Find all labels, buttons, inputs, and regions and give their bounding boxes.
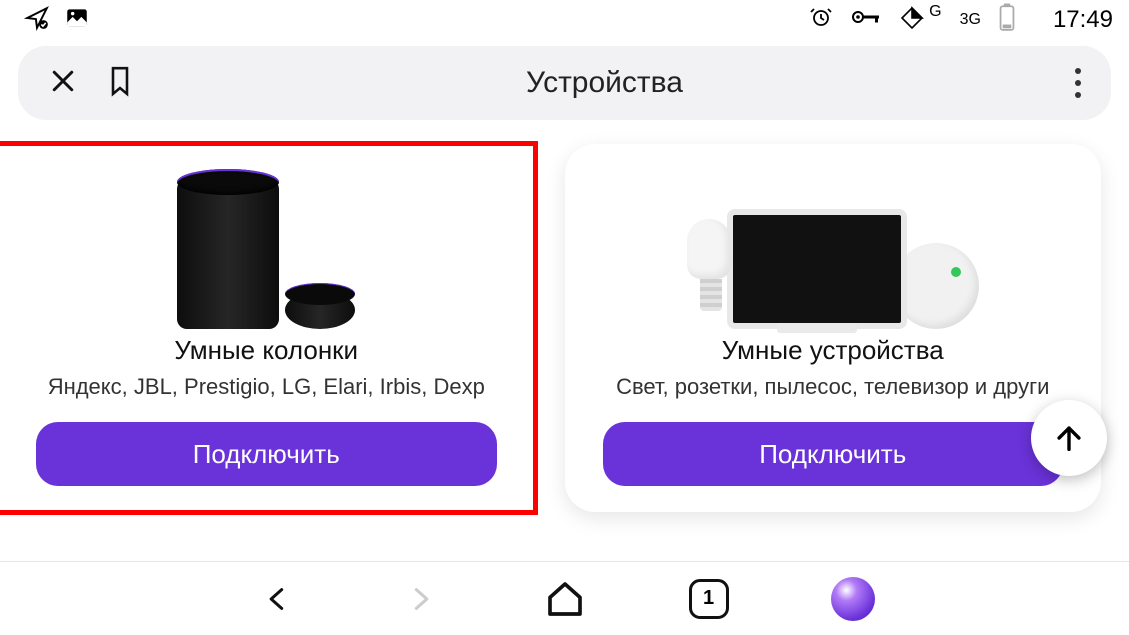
forward-button[interactable] <box>399 577 443 621</box>
smart-devices-card[interactable]: Умные устройства Свет, розетки, пылесос,… <box>565 144 1102 512</box>
vpn-key-icon <box>851 5 881 35</box>
alarm-icon <box>809 5 833 35</box>
network-g-label: G <box>929 3 941 21</box>
scroll-to-top-button[interactable] <box>1031 400 1107 476</box>
connect-button[interactable]: Подключить <box>36 422 497 486</box>
bookmark-icon[interactable] <box>106 64 134 103</box>
smart-speakers-card[interactable]: Умные колонки Яндекс, JBL, Prestigio, LG… <box>0 144 535 512</box>
close-icon[interactable] <box>48 66 78 101</box>
clock-time: 17:49 <box>1053 6 1113 34</box>
smart-speakers-illustration <box>36 164 497 329</box>
browser-toolbar: Устройства <box>18 46 1111 120</box>
card-subtitle: Свет, розетки, пылесос, телевизор и друг… <box>616 374 1049 400</box>
image-icon <box>64 5 90 36</box>
location-icon <box>24 5 50 36</box>
tab-count: 1 <box>689 579 729 619</box>
card-title: Умные колонки <box>174 335 358 366</box>
smart-devices-illustration <box>603 164 1064 329</box>
wifi-icon <box>899 5 925 35</box>
card-subtitle: Яндекс, JBL, Prestigio, LG, Elari, Irbis… <box>48 374 485 400</box>
assistant-orb-icon <box>831 577 875 621</box>
more-menu-icon[interactable] <box>1075 68 1081 98</box>
back-button[interactable] <box>255 577 299 621</box>
browser-bottom-nav: 1 <box>0 561 1129 635</box>
tabs-button[interactable]: 1 <box>687 577 731 621</box>
card-title: Умные устройства <box>722 335 944 366</box>
device-cards-row: Умные колонки Яндекс, JBL, Prestigio, LG… <box>0 120 1129 512</box>
page-title: Устройства <box>134 66 1075 100</box>
connect-button[interactable]: Подключить <box>603 422 1064 486</box>
home-button[interactable] <box>543 577 587 621</box>
status-bar: G 3G 17:49 <box>0 0 1129 40</box>
network-3g-label: 3G <box>960 11 981 29</box>
assistant-button[interactable] <box>831 577 875 621</box>
battery-icon <box>999 3 1015 37</box>
